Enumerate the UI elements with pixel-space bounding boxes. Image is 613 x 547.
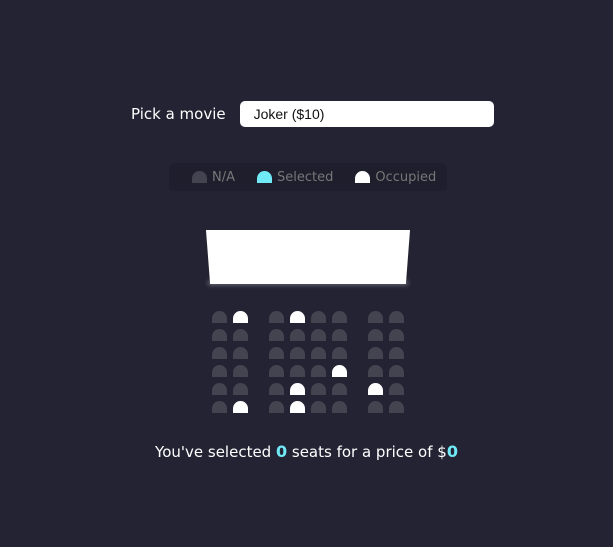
legend-label-occupied: Occupied (375, 169, 437, 185)
seat-r5-c7 (368, 383, 383, 395)
seat-r5-c3[interactable] (269, 383, 284, 395)
seat-r2-c1[interactable] (212, 329, 227, 341)
seat-r4-c3[interactable] (269, 365, 284, 377)
seat-selected-icon (257, 171, 272, 183)
cinema-screen (206, 230, 410, 284)
seat-r2-c7[interactable] (368, 329, 383, 341)
seat-r1-c4 (290, 311, 305, 323)
seat-r1-c1[interactable] (212, 311, 227, 323)
seat-r6-c4 (290, 401, 305, 413)
seat-r2-c2[interactable] (233, 329, 248, 341)
cinema-screen-glow (208, 281, 408, 285)
seat-r6-c3[interactable] (269, 401, 284, 413)
seat-r5-c6[interactable] (332, 383, 347, 395)
seat-na-icon (192, 171, 207, 183)
total-price: 0 (446, 442, 458, 461)
seat-r4-c7[interactable] (368, 365, 383, 377)
summary-prefix: You've selected (155, 443, 276, 461)
movie-picker-label: Pick a movie (131, 105, 226, 123)
seat-r5-c8[interactable] (389, 383, 404, 395)
seat-r3-c4[interactable] (290, 347, 305, 359)
selection-summary: You've selected 0 seats for a price of $… (0, 442, 613, 461)
seat-r3-c7[interactable] (368, 347, 383, 359)
seat-r3-c2[interactable] (233, 347, 248, 359)
seat-r4-c5[interactable] (311, 365, 326, 377)
seat-r4-c8[interactable] (389, 365, 404, 377)
legend-item-na: N/A (192, 170, 235, 185)
legend-label-selected: Selected (277, 169, 334, 185)
seat-r3-c3[interactable] (269, 347, 284, 359)
seat-r5-c2[interactable] (233, 383, 248, 395)
seat-r4-c4[interactable] (290, 365, 305, 377)
seat-legend: N/A Selected Occupied (169, 163, 447, 191)
seat-r2-c6[interactable] (332, 329, 347, 341)
seat-r1-c6[interactable] (332, 311, 347, 323)
movie-picker: Pick a movie Joker ($10) (131, 101, 494, 127)
legend-item-selected: Selected (257, 170, 333, 185)
seat-r1-c2 (233, 311, 248, 323)
seat-r2-c8[interactable] (389, 329, 404, 341)
seat-r4-c6 (332, 365, 347, 377)
seat-r5-c4 (290, 383, 305, 395)
seat-r3-c8[interactable] (389, 347, 404, 359)
seat-r2-c4[interactable] (290, 329, 305, 341)
legend-label-na: N/A (212, 169, 235, 185)
seat-r3-c6[interactable] (332, 347, 347, 359)
seat-r4-c2[interactable] (233, 365, 248, 377)
summary-middle: seats for a price of $ (287, 443, 447, 461)
legend-item-occupied: Occupied (355, 170, 436, 185)
seat-r5-c1[interactable] (212, 383, 227, 395)
seat-r2-c3[interactable] (269, 329, 284, 341)
seat-r6-c2 (233, 401, 248, 413)
seat-r5-c5[interactable] (311, 383, 326, 395)
seat-r1-c8[interactable] (389, 311, 404, 323)
seat-r6-c6[interactable] (332, 401, 347, 413)
seat-r6-c7[interactable] (368, 401, 383, 413)
selected-seat-count: 0 (275, 442, 288, 461)
seat-r3-c5[interactable] (311, 347, 326, 359)
seat-r6-c8[interactable] (389, 401, 404, 413)
seat-r4-c1[interactable] (212, 365, 227, 377)
seat-r1-c3[interactable] (269, 311, 284, 323)
seat-r6-c1[interactable] (212, 401, 227, 413)
movie-select[interactable]: Joker ($10) (239, 101, 494, 127)
seat-r3-c1[interactable] (212, 347, 227, 359)
seat-r6-c5[interactable] (311, 401, 326, 413)
seat-occupied-icon (355, 171, 371, 183)
seat-r1-c7[interactable] (368, 311, 383, 323)
seat-r2-c5[interactable] (311, 329, 326, 341)
seat-r1-c5[interactable] (311, 311, 326, 323)
